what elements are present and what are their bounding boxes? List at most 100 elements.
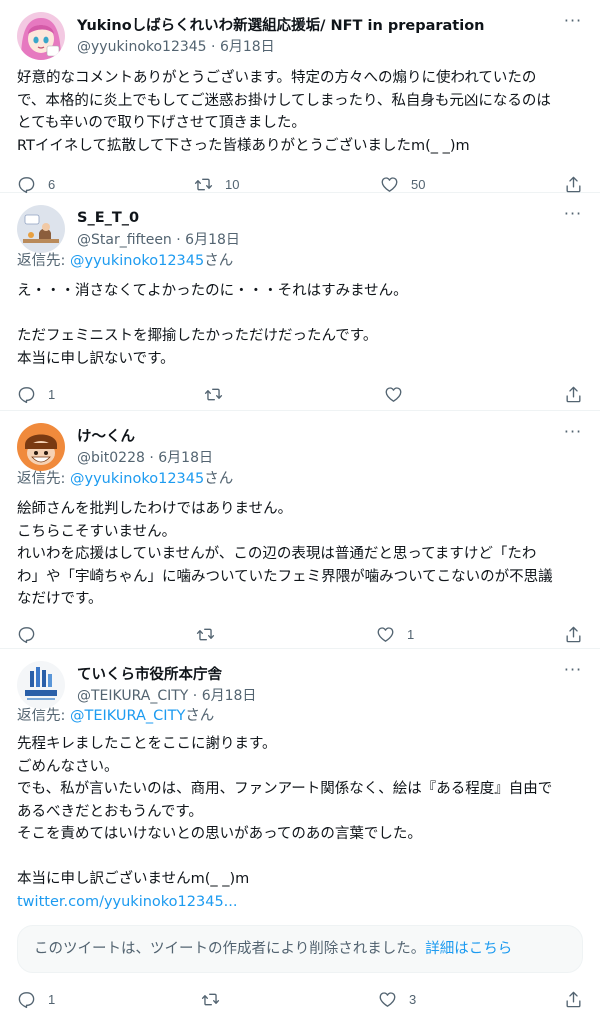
text-line: こちらこそすいません。 [17,523,177,540]
reply-icon [18,991,35,1008]
share-icon [566,176,581,192]
like-button[interactable]: 50 [380,174,425,194]
tweet-body: 好意的なコメントありがとうございます。特定の方々への煽りに使われていたの で、本… [0,58,600,157]
tweet-actions: 1 3 [0,975,600,1009]
more-icon[interactable]: ··· [562,13,584,34]
handle[interactable]: @Star_fifteen [77,232,172,248]
display-name[interactable]: Yukinoしばらくれいわ新選組応援垢/ NFT in preparation [77,18,484,34]
meta-separator: · [206,39,220,55]
reply-to-prefix: 返信先: [17,471,70,487]
text-line: 本当に申し訳ないです。 [17,350,175,367]
text-line: RTイイネして拡散して下さった皆様ありがとうございましたm(_ _)m [17,137,470,154]
text-line: あるべきだとおもうんです。 [17,803,203,820]
reply-mention[interactable]: @yyukinoko12345 [70,253,204,269]
share-icon [566,386,581,402]
text-line: そこを責めてはいけないとの思いがあってのあの言葉でした。 [17,826,422,842]
reply-count: 1 [48,991,56,1007]
avatar[interactable] [17,661,65,709]
like-button[interactable] [384,384,415,404]
like-count: 1 [407,627,415,642]
meta-separator: · [144,450,159,466]
retweet-button[interactable] [204,384,235,404]
text-line: ごめんなさい。 [17,758,119,775]
text-line: 先程キレましたことをここに謝ります。 [17,736,277,752]
tweet-date[interactable]: 6月18日 [185,232,240,248]
tweet-header: け～くん @bit0228 · 6月18日 ··· [0,411,600,471]
like-count: 50 [411,176,426,192]
reply-icon [18,386,35,403]
tweet-body: え・・・消さなくてよかったのに・・・それはすみません。 ただフェミニストを揶揄し… [0,272,600,370]
like-button[interactable]: 3 [378,989,416,1009]
avatar-cartoon-face-icon [17,423,65,471]
text-line: 好意的なコメントありがとうございます。特定の方々への煽りに使われていたの [17,70,537,86]
avatar[interactable] [17,205,65,253]
avatar-city-logo-icon [17,661,65,709]
retweet-button[interactable]: 10 [194,174,239,194]
like-button[interactable]: 1 [376,625,414,645]
tweet[interactable]: S_E_T_0 @Star_fifteen · 6月18日 ··· 返信先: @… [0,193,600,411]
text-line [17,846,583,869]
text-line: で、本格的に炎上でもしてご迷惑お掛けしてしまったり、私自身も元凶になるのは [17,92,551,109]
retweet-button[interactable] [196,625,227,645]
details-link[interactable]: 詳細はこちら [425,941,512,957]
display-name[interactable]: S_E_T_0 [77,210,139,226]
reply-button[interactable]: 1 [17,384,55,404]
share-icon [566,991,581,1007]
reply-button[interactable]: 1 [17,989,55,1009]
text-line [17,303,583,326]
tweet-text: 好意的なコメントありがとうございます。特定の方々への煽りに使われていたの で、本… [17,67,583,157]
author-name-line: け～くん [77,425,560,446]
author-meta: @TEIKURA_CITY · 6月18日 [77,685,256,705]
author-meta: @bit0228 · 6月18日 [77,447,213,467]
share-button[interactable] [564,625,583,645]
more-icon[interactable]: ··· [562,662,584,683]
deleted-notice-text: このツイートは、ツイートの作成者により削除されました。 [34,941,426,957]
avatar-anime-girl-icon [17,12,65,60]
reply-to-suffix: さん [185,708,215,724]
tweet-link[interactable]: twitter.com/yyukinoko12345... [17,894,238,910]
handle[interactable]: @yyukinoko12345 [77,39,207,55]
tweet-date[interactable]: 6月18日 [202,688,257,704]
tweet-date[interactable]: 6月18日 [158,450,213,466]
tweet-date[interactable]: 6月18日 [220,39,275,55]
share-button[interactable] [564,989,583,1009]
display-name[interactable]: け～くん [77,429,135,445]
share-icon [566,626,581,643]
share-button[interactable] [564,174,583,194]
avatar[interactable] [17,423,65,471]
more-icon[interactable]: ··· [562,424,584,445]
meta-separator: · [171,232,186,248]
retweet-icon [204,388,223,400]
tweet-header: ていくら市役所本庁舎 @TEIKURA_CITY · 6月18日 ··· [0,649,600,709]
reply-icon [18,176,35,193]
handle[interactable]: @bit0228 [77,450,145,466]
reply-mention[interactable]: @yyukinoko12345 [70,471,204,487]
author-name-line: S_E_T_0 [77,207,560,226]
heart-icon [379,991,396,1007]
reply-to-prefix: 返信先: [17,253,70,269]
handle[interactable]: @TEIKURA_CITY [77,688,188,704]
text-line: れいわを応援はしていませんが、この辺の表現は普通だと思ってますけど「たわ [17,546,537,562]
retweet-button[interactable] [201,989,232,1009]
reply-to: 返信先: @yyukinoko12345さん [0,250,600,272]
tweet[interactable]: け～くん @bit0228 · 6月18日 ··· 返信先: @yyukinok… [0,411,600,649]
deleted-quote-notice: このツイートは、ツイートの作成者により削除されました。詳細はこちら [17,925,583,973]
heart-icon [385,386,402,402]
reply-button[interactable] [17,625,48,645]
reply-mention[interactable]: @TEIKURA_CITY [70,708,185,724]
tweet-text: 先程キレましたことをここに謝ります。 ごめんなさい。 でも、私が言いたいのは、商… [17,733,583,913]
more-icon[interactable]: ··· [562,206,584,227]
display-name[interactable]: ていくら市役所本庁舎 [77,667,222,683]
share-button[interactable] [564,384,583,404]
avatar[interactable] [17,12,65,60]
reply-to: 返信先: @TEIKURA_CITYさん [0,705,600,727]
reply-to: 返信先: @yyukinoko12345さん [0,468,600,490]
reply-button[interactable]: 6 [17,174,55,194]
tweet[interactable]: ていくら市役所本庁舎 @TEIKURA_CITY · 6月18日 ··· 返信先… [0,649,600,1009]
text-line: ただフェミニストを揶揄したかっただけだったんです。 [17,328,378,344]
retweet-icon [196,628,215,641]
avatar-illustration-icon [17,205,65,253]
tweet[interactable]: Yukinoしばらくれいわ新選組応援垢/ NFT in preparation … [0,0,600,193]
retweet-count: 10 [225,176,240,192]
reply-count: 1 [48,386,56,402]
